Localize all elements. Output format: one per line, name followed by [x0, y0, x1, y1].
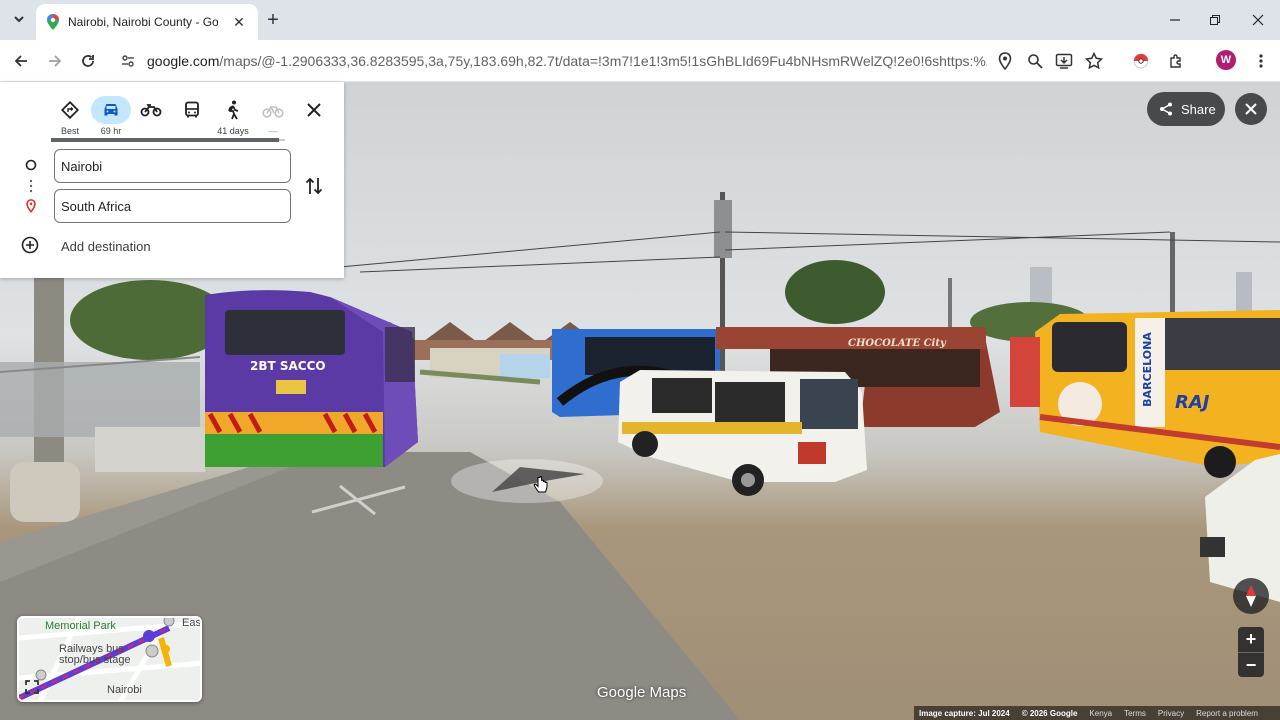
mode-motorcycle[interactable]	[131, 96, 171, 124]
new-tab-button[interactable]: +	[262, 9, 284, 31]
close-directions-icon[interactable]	[302, 98, 326, 122]
share-icon	[1160, 102, 1172, 116]
minimize-window-icon[interactable]	[1160, 10, 1190, 30]
bus-left-sign: 2BT SACCO	[250, 359, 326, 373]
destination-input[interactable]	[54, 189, 291, 223]
diamond-route-icon	[61, 101, 79, 119]
mode-cycling[interactable]	[253, 96, 293, 124]
mode-transit[interactable]	[172, 96, 212, 124]
zoom-search-icon[interactable]	[1024, 50, 1046, 72]
bicycle-icon	[262, 106, 284, 118]
add-destination-link[interactable]: Add destination	[61, 239, 151, 254]
country-link[interactable]: Kenya	[1089, 709, 1112, 718]
tab-title: Nairobi, Nairobi County - Goog	[68, 15, 218, 29]
origin-input[interactable]	[54, 149, 291, 183]
report-problem-link[interactable]: Report a problem	[1196, 709, 1258, 718]
zoom-out-button[interactable]: −	[1238, 653, 1264, 678]
active-tab[interactable]: Nairobi, Nairobi County - Goog ✕	[36, 4, 258, 40]
minimap-label-nairobi: Nairobi	[107, 684, 142, 696]
share-button[interactable]: Share	[1147, 92, 1225, 126]
copyright-text: © 2026 Google	[1021, 708, 1078, 718]
image-capture-date: Image capture: Jul 2024	[919, 708, 1010, 718]
destination-pin-icon	[26, 199, 36, 213]
close-street-view-icon[interactable]	[1235, 93, 1267, 125]
reload-icon[interactable]	[77, 50, 99, 72]
tab-close-icon[interactable]: ✕	[230, 14, 248, 31]
mode-driving-label: 69 hr	[100, 126, 122, 136]
compass-icon[interactable]	[1233, 578, 1269, 614]
waypoint-dots-icon	[29, 179, 33, 193]
swap-waypoints-icon[interactable]	[304, 174, 324, 198]
zoom-control: + −	[1238, 627, 1264, 677]
bus-right-side-sign: BARCELONA	[1140, 332, 1154, 407]
google-maps-logo: Google Maps	[597, 684, 687, 701]
minimap[interactable]: Memorial Park Railways bus stop/bus stag…	[17, 616, 202, 702]
extensions-puzzle-icon[interactable]	[1165, 50, 1187, 72]
mode-scroll-indicator	[51, 138, 279, 142]
minimap-label-memorial-park: Memorial Park	[45, 620, 116, 632]
address-bar[interactable]: google.com/maps/@-1.2906333,36.8283595,3…	[112, 45, 1112, 77]
directions-panel: Best 69 hr 41 days — Add destination	[0, 82, 344, 278]
add-destination-icon[interactable]	[21, 236, 39, 254]
mode-cycling-label: —	[268, 126, 278, 136]
profile-avatar[interactable]: W	[1216, 50, 1236, 70]
motorcycle-icon	[140, 104, 162, 117]
mode-walking[interactable]	[213, 96, 253, 124]
mode-best-label: Best	[60, 126, 79, 136]
hand-cursor-icon	[533, 476, 548, 493]
extension-pokeball-icon[interactable]	[1130, 50, 1152, 72]
attribution-footer: Image capture: Jul 2024 © 2026 Google Ke…	[914, 706, 1280, 720]
back-arrow-icon[interactable]	[10, 50, 32, 72]
url-path: /maps/@-1.2906333,36.8283595,3a,75y,183.…	[219, 53, 987, 69]
site-settings-icon[interactable]	[120, 53, 136, 74]
privacy-link[interactable]: Privacy	[1158, 709, 1184, 718]
bus-icon	[185, 101, 199, 118]
share-label: Share	[1181, 101, 1216, 117]
browser-tab-bar: Nairobi, Nairobi County - Goog ✕ +	[0, 0, 1280, 40]
expand-map-icon[interactable]	[25, 680, 39, 694]
location-pin-icon[interactable]	[994, 50, 1016, 72]
maps-favicon-icon	[47, 14, 59, 30]
mode-scroll-track	[279, 139, 285, 141]
restore-window-icon[interactable]	[1200, 10, 1230, 30]
terms-link[interactable]: Terms	[1124, 709, 1146, 718]
mode-driving[interactable]	[91, 96, 131, 124]
car-icon	[104, 104, 118, 116]
minimap-label-east: Eas	[182, 617, 201, 629]
install-app-icon[interactable]	[1053, 50, 1075, 72]
url-host: google.com	[147, 53, 220, 69]
forward-arrow-icon[interactable]	[44, 50, 66, 72]
mode-best[interactable]	[50, 96, 90, 124]
walking-icon	[228, 100, 239, 120]
browser-toolbar: google.com/maps/@-1.2906333,36.8283595,3…	[0, 40, 1280, 82]
bookmark-star-icon[interactable]	[1083, 50, 1105, 72]
bus-middle-sign: CHOCOLATE City	[848, 338, 946, 349]
close-window-icon[interactable]	[1243, 10, 1273, 30]
tab-search-chevron-icon[interactable]	[8, 8, 30, 30]
bus-right-sign: RAJ	[1175, 392, 1210, 413]
origin-circle-icon	[25, 159, 37, 171]
browser-menu-icon[interactable]	[1250, 50, 1272, 72]
url-text: google.com/maps/@-1.2906333,36.8283595,3…	[147, 53, 987, 69]
zoom-in-button[interactable]: +	[1238, 627, 1264, 652]
mode-walking-label: 41 days	[217, 126, 249, 136]
minimap-label-bus-stage: Railways bus stop/bus stage	[59, 643, 131, 666]
